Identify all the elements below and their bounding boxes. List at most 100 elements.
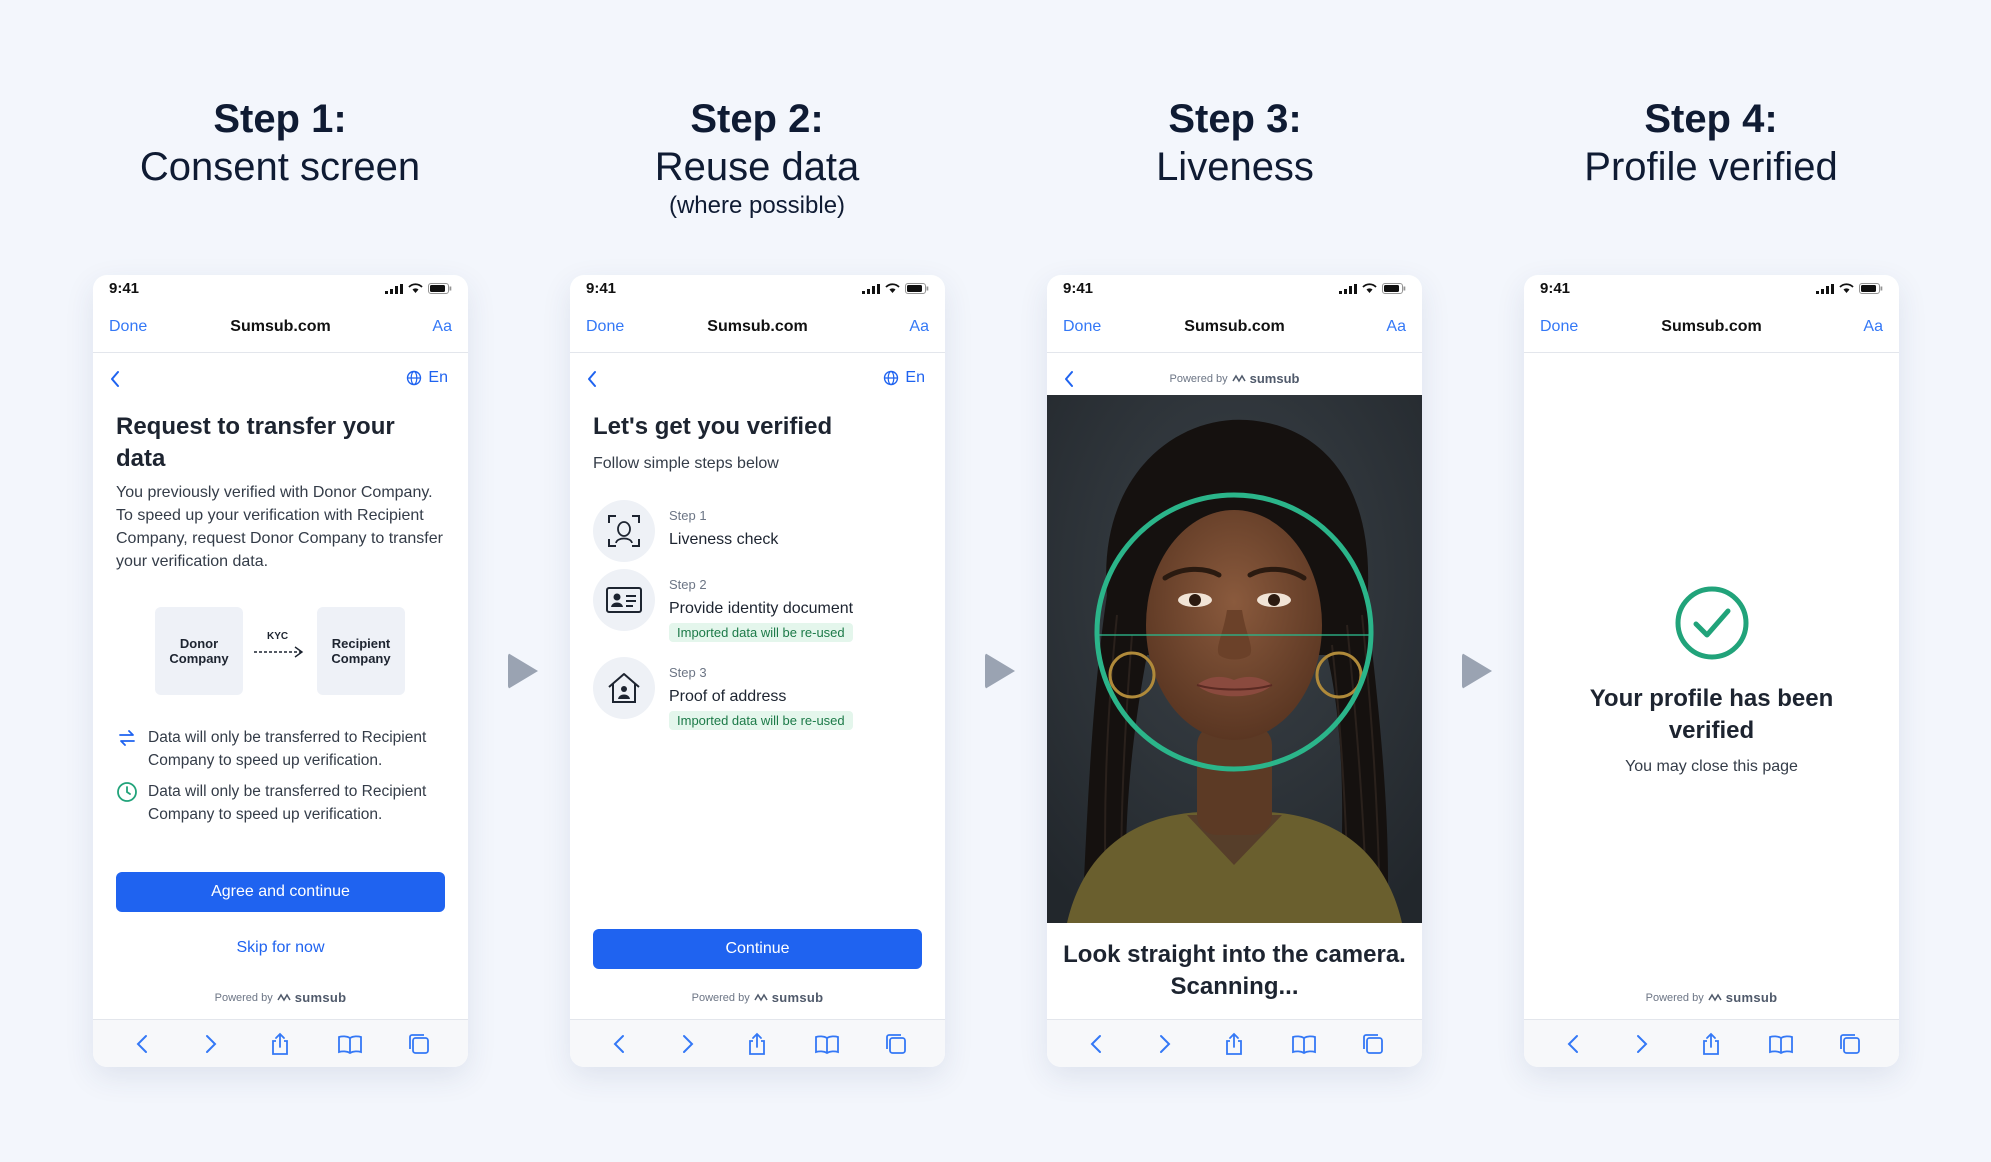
url-label[interactable]: Sumsub.com <box>1524 318 1899 336</box>
nav-forward-button[interactable] <box>197 1030 225 1058</box>
tabs-button[interactable] <box>405 1030 433 1058</box>
skip-link[interactable]: Skip for now <box>93 939 468 957</box>
forward-icon <box>1637 1034 1648 1053</box>
signal-icon <box>1339 283 1357 294</box>
bookmarks-button[interactable] <box>813 1030 841 1058</box>
app-nav: En <box>570 353 945 408</box>
share-icon <box>749 1032 766 1055</box>
system-icons <box>1816 283 1883 294</box>
back-icon <box>111 371 119 387</box>
text-size-button[interactable]: Aa <box>909 318 929 336</box>
bookmarks-icon <box>814 1034 839 1054</box>
step-item-proof-of-address[interactable]: Step 3 Proof of address Imported data wi… <box>593 657 922 730</box>
back-button[interactable] <box>109 369 121 394</box>
browser-bar: Done Sumsub.com Aa <box>570 305 945 353</box>
tabs-button[interactable] <box>1836 1030 1864 1058</box>
step-icon-wrap <box>593 569 655 631</box>
globe-icon <box>884 370 899 386</box>
step-subtitle: Consent screen <box>139 145 421 189</box>
info-text: Data will only be transferred to Recipie… <box>148 729 427 769</box>
text-size-button[interactable]: Aa <box>1863 318 1883 336</box>
powered-label: Powered by <box>1645 991 1704 1004</box>
powered-by: Powered by sumsub <box>93 990 468 1005</box>
home-icon <box>608 673 640 703</box>
bookmarks-button[interactable] <box>1290 1030 1318 1058</box>
step-title: Step 4: <box>1644 97 1778 141</box>
tabs-icon <box>1363 1033 1384 1054</box>
step-4-header: Step 4: Profile verified <box>1501 95 1921 191</box>
wifi-icon <box>1362 283 1377 293</box>
nav-back-button[interactable] <box>128 1030 156 1058</box>
step-title: Step 3: <box>1168 97 1302 141</box>
verified-subtitle: You may close this page <box>1625 758 1798 775</box>
nav-forward-button[interactable] <box>674 1030 702 1058</box>
bookmarks-button[interactable] <box>336 1030 364 1058</box>
share-button[interactable] <box>1220 1030 1248 1058</box>
page-title: Request to transfer your data <box>116 413 395 472</box>
bookmarks-button[interactable] <box>1767 1030 1795 1058</box>
step-label: Step 2 <box>669 577 707 592</box>
step-name: Provide identity document <box>669 600 854 617</box>
browser-toolbar <box>1524 1019 1899 1067</box>
camera-feed <box>1047 395 1422 923</box>
tabs-button[interactable] <box>1359 1030 1387 1058</box>
status-bar: 9:41 <box>1047 275 1422 305</box>
browser-bar: Done Sumsub.com Aa <box>1524 305 1899 353</box>
nav-forward-button[interactable] <box>1151 1030 1179 1058</box>
url-label[interactable]: Sumsub.com <box>93 318 468 336</box>
browser-bar: Done Sumsub.com Aa <box>1047 305 1422 353</box>
share-icon <box>272 1032 289 1055</box>
url-label[interactable]: Sumsub.com <box>1047 318 1422 336</box>
language-selector[interactable]: En <box>883 369 925 387</box>
globe-icon <box>407 370 422 386</box>
status-bar: 9:41 <box>93 275 468 305</box>
info-line-transfer: Data will only be transferred to Recipie… <box>116 726 448 772</box>
tabs-icon <box>1840 1033 1861 1054</box>
signal-icon <box>862 283 880 294</box>
step-name: Proof of address <box>669 688 787 705</box>
status-bar: 9:41 <box>1524 275 1899 305</box>
url-label[interactable]: Sumsub.com <box>570 318 945 336</box>
system-icons <box>1339 283 1406 294</box>
powered-brand: sumsub <box>1725 990 1778 1005</box>
share-button[interactable] <box>743 1030 771 1058</box>
powered-by: Powered by sumsub <box>570 990 945 1005</box>
sumsub-logo-icon <box>1708 993 1722 1001</box>
sumsub-logo-icon <box>754 993 768 1001</box>
agree-continue-button[interactable]: Agree and continue <box>116 872 445 912</box>
page-title: Let's get you verified <box>593 413 833 440</box>
powered-brand: sumsub <box>1249 371 1300 386</box>
sumsub-logo-icon <box>1231 374 1246 382</box>
nav-back-button[interactable] <box>1559 1030 1587 1058</box>
language-selector[interactable]: En <box>406 369 448 387</box>
text-size-button[interactable]: Aa <box>1386 318 1406 336</box>
battery-icon <box>905 283 929 294</box>
bookmarks-icon <box>337 1034 362 1054</box>
tabs-icon <box>409 1033 430 1054</box>
step-item-liveness[interactable]: Step 1 Liveness check <box>593 500 922 564</box>
share-button[interactable] <box>1697 1030 1725 1058</box>
phone-profile-verified: 9:41 Done Sumsub.com Aa Your profile has… <box>1524 275 1899 1067</box>
back-button[interactable] <box>586 369 598 394</box>
tabs-button[interactable] <box>882 1030 910 1058</box>
phone-consent-screen: 9:41 Done Sumsub.com Aa En Request to tr… <box>93 275 468 1067</box>
share-button[interactable] <box>266 1030 294 1058</box>
step-item-identity-document[interactable]: Step 2 Provide identity document Importe… <box>593 569 922 642</box>
forward-icon <box>683 1034 694 1053</box>
clock-icon <box>117 782 137 802</box>
arrow-right-icon <box>254 646 304 658</box>
face-scan-icon <box>608 515 640 547</box>
id-card-icon <box>606 587 642 613</box>
sync-icon <box>119 730 135 746</box>
step-label: Step 1 <box>669 508 707 523</box>
reuse-badge: Imported data will be re-used <box>669 623 853 642</box>
continue-button[interactable]: Continue <box>593 929 922 969</box>
step-title: Step 2: <box>690 97 824 141</box>
nav-back-button[interactable] <box>1082 1030 1110 1058</box>
text-size-button[interactable]: Aa <box>432 318 452 336</box>
nav-forward-button[interactable] <box>1628 1030 1656 1058</box>
step-icon-wrap <box>593 657 655 719</box>
nav-back-button[interactable] <box>605 1030 633 1058</box>
language-label: En <box>905 369 925 386</box>
consent-description: You previously verified with Donor Compa… <box>116 484 443 570</box>
